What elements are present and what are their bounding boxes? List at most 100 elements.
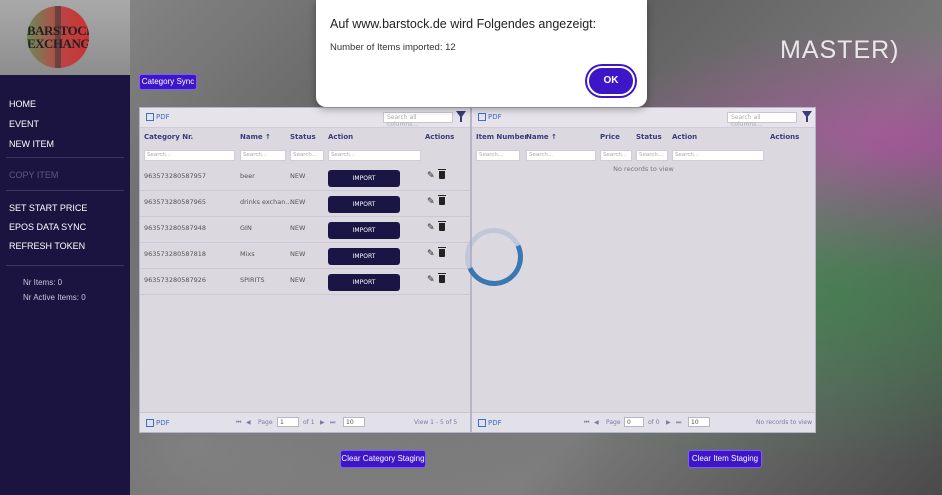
sidebar-item-refresh-token[interactable]: REFRESH TOKEN: [9, 241, 85, 251]
edit-icon[interactable]: ✎: [427, 171, 435, 181]
sidebar: BARSTOCK EXCHANGE HOME EVENT NEW ITEM CO…: [0, 0, 130, 495]
filter-input-name[interactable]: Search...: [526, 150, 596, 161]
item-grid: PDF Search all columns... Item Number Na…: [471, 107, 816, 433]
last-page-icon[interactable]: ⏭: [330, 419, 335, 427]
first-page-icon[interactable]: ⏮: [584, 419, 589, 427]
column-header-category-nr[interactable]: Category Nr.: [144, 133, 193, 141]
column-header-name[interactable]: Name ↑: [240, 133, 271, 141]
no-records-message: No records to view: [613, 165, 674, 173]
pdf-export-button[interactable]: PDF: [478, 113, 502, 121]
sidebar-divider: [6, 265, 124, 266]
export-icon: [478, 419, 486, 427]
column-header-status[interactable]: Status: [290, 133, 316, 141]
table-row[interactable]: 963573280587818 Mixs NEW IMPORT ✎: [140, 243, 470, 269]
filter-row: Search... Search... Search... Search...: [140, 150, 470, 162]
sidebar-item-home[interactable]: HOME: [9, 99, 36, 109]
cell-status: NEW: [290, 224, 306, 232]
edit-icon[interactable]: ✎: [427, 223, 435, 233]
filter-input-item-number[interactable]: Search...: [476, 150, 520, 161]
import-button[interactable]: IMPORT: [328, 170, 400, 187]
edit-icon[interactable]: ✎: [427, 275, 435, 285]
column-header-name[interactable]: Name ↑: [526, 133, 557, 141]
cell-name: beer: [240, 172, 255, 180]
edit-icon[interactable]: ✎: [427, 249, 435, 259]
next-page-icon[interactable]: ▶: [666, 419, 671, 426]
column-header-actions: Actions: [770, 133, 800, 141]
cell-category-nr: 963573280587926: [144, 276, 207, 284]
clear-category-staging-button[interactable]: Clear Category Staging: [340, 450, 426, 468]
category-sync-button[interactable]: Category Sync: [139, 74, 197, 90]
clear-item-staging-button[interactable]: Clear Item Staging: [688, 450, 762, 468]
cell-status: NEW: [290, 172, 306, 180]
import-button[interactable]: IMPORT: [328, 196, 400, 213]
page-number-input[interactable]: 1: [277, 417, 299, 427]
table-row[interactable]: 963573280587965 drinks exchan... NEW IMP…: [140, 191, 470, 217]
page-size-select[interactable]: 10: [343, 417, 365, 427]
cell-name: SPIRITS: [240, 276, 265, 284]
dialog-title: Auf www.barstock.de wird Folgendes angez…: [330, 17, 597, 31]
filter-input-action[interactable]: Search...: [328, 150, 421, 161]
table-row[interactable]: 963573280587948 GIN NEW IMPORT ✎: [140, 217, 470, 243]
cell-status: NEW: [290, 276, 306, 284]
import-button[interactable]: IMPORT: [328, 274, 400, 291]
sidebar-item-epos-data-sync[interactable]: EPOS DATA SYNC: [9, 222, 86, 232]
next-page-icon[interactable]: ▶: [320, 419, 325, 426]
filter-icon[interactable]: [802, 111, 812, 122]
delete-icon[interactable]: [438, 169, 446, 179]
first-page-icon[interactable]: ⏮: [236, 419, 241, 427]
page-number-input[interactable]: 0: [624, 417, 644, 427]
page-title: MASTER): [780, 36, 900, 64]
delete-icon[interactable]: [438, 195, 446, 205]
filter-input-price[interactable]: Search...: [600, 150, 632, 161]
export-icon: [478, 113, 486, 121]
logo-line-2: EXCHANGE: [27, 36, 89, 51]
ok-button[interactable]: OK: [587, 66, 635, 96]
import-button[interactable]: IMPORT: [328, 222, 400, 239]
import-button[interactable]: IMPORT: [328, 248, 400, 265]
column-header-item-number[interactable]: Item Number: [476, 133, 528, 141]
filter-icon[interactable]: [456, 111, 466, 122]
prev-page-icon[interactable]: ◀: [246, 419, 251, 426]
cell-category-nr: 963573280587948: [144, 224, 207, 232]
filter-input-category-nr[interactable]: Search...: [144, 150, 235, 161]
column-header-action[interactable]: Action: [328, 133, 353, 141]
delete-icon[interactable]: [438, 273, 446, 283]
dialog-message: Number of Items imported: 12: [330, 42, 456, 53]
delete-icon[interactable]: [438, 221, 446, 231]
column-header-price[interactable]: Price: [600, 133, 620, 141]
edit-icon[interactable]: ✎: [427, 197, 435, 207]
filter-input-action[interactable]: Search...: [672, 150, 764, 161]
logo-area: BARSTOCK EXCHANGE: [0, 0, 130, 75]
cell-name: GIN: [240, 224, 252, 232]
filter-input-status[interactable]: Search...: [290, 150, 324, 161]
prev-page-icon[interactable]: ◀: [594, 419, 599, 426]
search-all-input[interactable]: Search all columns...: [727, 112, 797, 128]
filter-input-name[interactable]: Search...: [240, 150, 286, 161]
pdf-export-button[interactable]: PDF: [478, 419, 502, 427]
table-row[interactable]: 9635732805879​57 beer NEW IMPORT ✎: [140, 165, 470, 191]
table-row[interactable]: 963573280587926 SPIRITS NEW IMPORT ✎: [140, 269, 470, 295]
view-count: No records to view: [756, 419, 813, 426]
page-of-label: of 0: [648, 419, 660, 426]
alert-dialog: Auf www.barstock.de wird Folgendes angez…: [316, 0, 647, 107]
column-header-status[interactable]: Status: [636, 133, 662, 141]
delete-icon[interactable]: [438, 247, 446, 257]
pdf-export-button[interactable]: PDF: [146, 419, 170, 427]
search-all-input[interactable]: Search all columns...: [383, 112, 453, 128]
sidebar-divider: [6, 157, 124, 158]
sidebar-item-new-item[interactable]: NEW ITEM: [9, 139, 54, 149]
cell-category-nr: 963573280587818: [144, 250, 207, 258]
cell-name: Mixs: [240, 250, 255, 258]
pdf-export-button[interactable]: PDF: [146, 113, 170, 121]
sidebar-item-event[interactable]: EVENT: [9, 119, 39, 129]
sidebar-item-set-start-price[interactable]: SET START PRICE: [9, 203, 87, 213]
column-header-action[interactable]: Action: [672, 133, 697, 141]
nr-items-stat: Nr Items: 0: [23, 278, 63, 287]
view-count: View 1 - 5 of 5: [414, 419, 458, 426]
filter-input-status[interactable]: Search...: [636, 150, 668, 161]
export-icon: [146, 419, 154, 427]
grid-toolbar: PDF Search all columns...: [472, 108, 815, 128]
page-size-select[interactable]: 10: [688, 417, 710, 427]
last-page-icon[interactable]: ⏭: [676, 419, 681, 427]
barstock-logo[interactable]: BARSTOCK EXCHANGE: [27, 6, 89, 68]
